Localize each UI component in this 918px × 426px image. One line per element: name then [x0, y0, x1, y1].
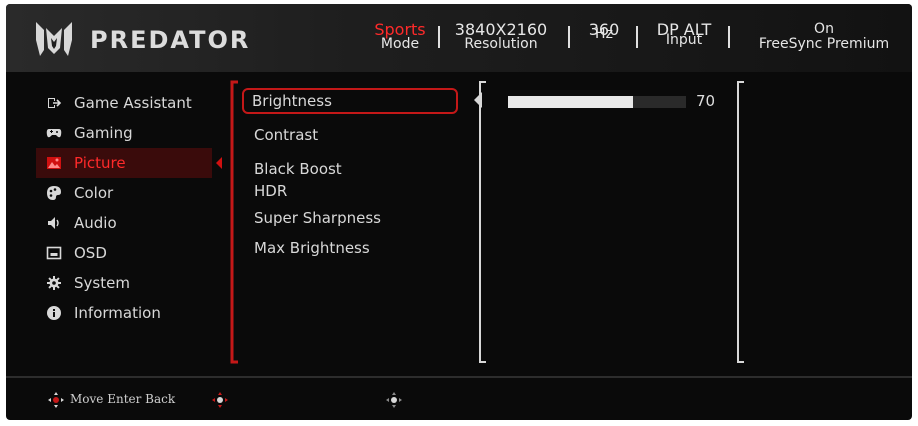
- freesync-value: On: [814, 21, 834, 37]
- menu-item-audio[interactable]: Audio: [36, 208, 212, 238]
- header-separator: [438, 26, 440, 48]
- osd-icon: [46, 245, 62, 261]
- submenu-item-super-sharpness[interactable]: Super Sharpness: [254, 209, 381, 227]
- footer-hint: Move Enter Back: [70, 392, 176, 406]
- joystick-press-icon: [212, 392, 228, 408]
- menu-item-gaming[interactable]: Gaming: [36, 118, 212, 148]
- menu-item-information[interactable]: Information: [36, 298, 212, 328]
- header-refresh: 360 Hz: [578, 22, 630, 42]
- gamepad-icon: [46, 125, 62, 141]
- submenu-bracket: [230, 80, 238, 364]
- menu-item-label: Color: [74, 184, 114, 202]
- menu-item-label: System: [74, 274, 130, 292]
- picture-icon: [46, 155, 62, 171]
- info-icon: [46, 305, 62, 321]
- brand-name: PREDATOR: [90, 26, 251, 54]
- submenu-item-max-brightness[interactable]: Max Brightness: [254, 239, 370, 257]
- menu-item-label: Game Assistant: [74, 94, 192, 112]
- submenu-item-hdr[interactable]: HDR: [254, 182, 287, 200]
- menu-item-label: Information: [74, 304, 161, 322]
- menu-item-color[interactable]: Color: [36, 178, 212, 208]
- main-menu: Game Assistant Gaming Picture Color Audi…: [36, 88, 222, 328]
- header-input: DP ALT Input: [646, 22, 722, 48]
- menu-item-picture[interactable]: Picture: [36, 148, 222, 178]
- resolution-label: Resolution: [464, 36, 538, 52]
- joystick-back-icon: [386, 392, 402, 408]
- brightness-value: 70: [696, 92, 716, 110]
- menu-item-label: Audio: [74, 214, 117, 232]
- game-assistant-icon: [46, 95, 62, 111]
- resolution-value: 3840X2160: [454, 20, 548, 39]
- menu-item-osd[interactable]: OSD: [36, 238, 212, 268]
- header-separator: [728, 26, 730, 48]
- menu-item-system[interactable]: System: [36, 268, 212, 298]
- submenu-item-brightness[interactable]: Brightness: [242, 88, 458, 114]
- menu-item-label: Picture: [74, 154, 126, 172]
- header-freesync: On FreeSync Premium: [746, 22, 902, 52]
- refresh-label: Hz: [595, 26, 613, 42]
- menu-item-game-assistant[interactable]: Game Assistant: [36, 88, 212, 118]
- speaker-icon: [46, 215, 62, 231]
- osd-panel: PREDATOR Sports Mode 3840X2160 Resolutio…: [6, 4, 912, 420]
- brightness-slider[interactable]: [508, 96, 686, 108]
- joystick-nav-icon: [48, 392, 64, 408]
- menu-item-label: OSD: [74, 244, 107, 262]
- footer-bar: Move Enter Back: [6, 376, 912, 420]
- header-separator: [636, 26, 638, 48]
- mode-label: Mode: [380, 36, 420, 52]
- header-bar: PREDATOR Sports Mode 3840X2160 Resolutio…: [6, 4, 912, 72]
- gear-icon: [46, 275, 62, 291]
- value-pointer-icon: [474, 92, 482, 108]
- predator-logo-icon: [36, 22, 72, 56]
- header-mode: Sports Mode: [366, 22, 434, 52]
- submenu-item-black-boost[interactable]: Black Boost: [254, 160, 342, 178]
- freesync-label: FreeSync Premium: [758, 36, 890, 52]
- header-separator: [568, 26, 570, 48]
- mode-value: Sports: [374, 20, 426, 39]
- selection-arrow-icon: [216, 157, 222, 169]
- menu-item-label: Gaming: [74, 124, 133, 142]
- submenu-item-contrast[interactable]: Contrast: [254, 126, 318, 144]
- brightness-slider-fill: [508, 96, 633, 108]
- value-bracket-left: [479, 81, 486, 363]
- palette-icon: [46, 185, 62, 201]
- header-resolution: 3840X2160 Resolution: [446, 22, 556, 52]
- value-bracket-right: [737, 81, 744, 363]
